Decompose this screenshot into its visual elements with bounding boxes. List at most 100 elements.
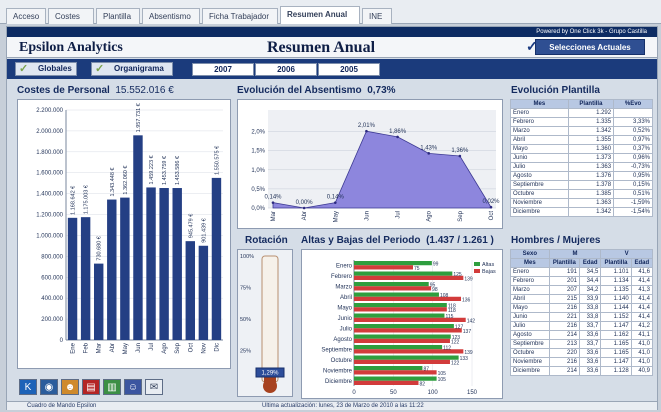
bar-dic: [211, 177, 222, 340]
y-tick-label: 0,5%: [251, 187, 265, 193]
table-row[interactable]: Marzo 1.342 0,52%: [510, 126, 653, 136]
table-row[interactable]: Noviembre 216 33,6 1.147 41,0: [510, 357, 654, 367]
category-label: Septiembre: [321, 347, 352, 353]
tab-absentismo[interactable]: Absentismo: [142, 8, 200, 24]
table-cell: 34,5: [578, 267, 602, 277]
table-cell: 214: [548, 330, 581, 340]
table-cell: 213: [548, 339, 581, 349]
k-icon[interactable]: K: [19, 379, 37, 395]
table-cell: 207: [548, 285, 581, 295]
table-row[interactable]: Mayo 216 33,8 1.144 41,4: [510, 303, 654, 313]
hombres-table: Sexo M V Mes Plantilla Edad Plantilla Edad Enero…: [510, 249, 654, 376]
table-row[interactable]: Febrero 201 34,4 1.134 41,4: [510, 276, 654, 286]
table-row[interactable]: Julio 216 33,7 1.147 41,2: [510, 321, 654, 331]
table-cell: 1.152: [600, 312, 632, 322]
absentismo-title-label: Evolución del Absentismo: [237, 85, 362, 96]
table-row[interactable]: Agosto 1.376 0,95%: [510, 171, 653, 181]
costes-panel: 0 200.000 400.000 600.000 800.000 1.000.000 1.…: [17, 99, 231, 369]
category-label: Mayo: [337, 305, 352, 311]
table-row[interactable]: Junio 221 33,8 1.152 41,4: [510, 312, 654, 322]
table-row[interactable]: Enero 191 34,5 1.101 41,6: [510, 267, 654, 277]
table-row[interactable]: Mayo 1.360 0,37%: [510, 144, 653, 154]
year-2005[interactable]: 2005: [318, 63, 380, 76]
y-tick-label: 0: [60, 338, 64, 344]
table-row[interactable]: Junio 1.373 0,96%: [510, 153, 653, 163]
bar-altas: [354, 282, 429, 287]
altas-bajas-title-label: Altas y Bajas del Periodo: [301, 235, 421, 246]
bar-altas: [354, 271, 453, 276]
people-icon[interactable]: ☻: [61, 379, 79, 395]
table-cell: 1.373: [567, 153, 615, 163]
costes-title: Costes de Personal 15.552.016 €: [17, 85, 174, 96]
tab-plantilla[interactable]: Plantilla: [96, 8, 140, 24]
table-cell: 0,37%: [613, 144, 653, 154]
data-point: [302, 206, 306, 210]
table-row[interactable]: Diciembre 214 33,6 1.128 40,9: [510, 366, 654, 376]
data-label: 1.175.003 €: [84, 185, 90, 214]
tab-costes[interactable]: Costes: [48, 8, 94, 24]
table-row[interactable]: Abril 215 33,9 1.140 41,4: [510, 294, 654, 304]
data-label: 1,86%: [389, 129, 407, 135]
table-cell: Mayo: [510, 144, 569, 154]
table-row[interactable]: Septiembre 1.378 0,15%: [510, 180, 653, 190]
column-header: Sexo: [510, 249, 550, 259]
chart-icon[interactable]: ▥: [103, 379, 121, 395]
table-cell: 201: [548, 276, 581, 286]
table-row[interactable]: Marzo 207 34,2 1.135 41,3: [510, 285, 654, 295]
rotacion-title: Rotación: [245, 235, 288, 246]
users-icon[interactable]: ☺: [124, 379, 142, 395]
selecciones-label: Selecciones Actuales: [549, 43, 631, 52]
bar-sep: [172, 188, 182, 340]
column-header: M: [548, 249, 602, 259]
table-cell: 1.376: [567, 171, 615, 181]
table-row[interactable]: Octubre 220 33,6 1.165 41,0: [510, 348, 654, 358]
category-label: Julio: [340, 326, 353, 332]
table-row[interactable]: Septiembre 213 33,7 1.165 41,0: [510, 339, 654, 349]
x-tick-label: Mar: [97, 343, 103, 353]
gauge-tick-label: 75%: [240, 286, 251, 292]
table-cell: Abril: [510, 294, 550, 304]
table-row[interactable]: Abril 1.355 0,97%: [510, 135, 653, 145]
page-title: Resumen Anual: [267, 39, 376, 56]
column-subheader: Mes: [510, 258, 550, 268]
tab-ine[interactable]: INE: [362, 8, 392, 24]
category-label: Marzo: [335, 284, 352, 290]
bar-altas: [354, 313, 445, 318]
table-cell: Junio: [510, 312, 550, 322]
x-tick-label: Mar: [271, 211, 277, 221]
year-2006[interactable]: 2006: [255, 63, 317, 76]
pdf-icon[interactable]: ▤: [82, 379, 100, 395]
organigrama-button[interactable]: ✓ Organigrama: [91, 62, 173, 76]
table-cell: Septiembre: [510, 180, 569, 190]
table-subheader-row: Mes Plantilla Edad Plantilla Edad: [510, 258, 654, 268]
tab-resumen-anual[interactable]: Resumen Anual: [280, 6, 360, 24]
tab-acceso[interactable]: Acceso: [6, 8, 46, 24]
column-header: Plantilla: [567, 99, 615, 109]
data-point: [333, 201, 337, 204]
table-cell: 1.140: [600, 294, 632, 304]
bar-abr: [107, 199, 117, 340]
table-cell: Agosto: [510, 171, 569, 181]
table-row[interactable]: Agosto 214 33,6 1.162 41,1: [510, 330, 654, 340]
category-label: Diciembre: [325, 379, 353, 385]
bar-bajas: [354, 338, 450, 343]
table-row[interactable]: Diciembre 1.342 -1,54%: [510, 207, 653, 217]
report-icon[interactable]: ✉: [145, 379, 163, 395]
globales-button[interactable]: ✓ Globales: [15, 62, 77, 76]
table-row[interactable]: Enero 1.292: [510, 108, 653, 118]
data-point: [271, 201, 275, 204]
year-2007[interactable]: 2007: [192, 63, 254, 76]
x-tick-label: Oct: [188, 343, 194, 353]
globe-icon[interactable]: ◉: [40, 379, 58, 395]
table-cell: Agosto: [510, 330, 550, 340]
table-row[interactable]: Noviembre 1.363 -1,59%: [510, 198, 653, 208]
data-label: 136: [462, 298, 471, 304]
tab-ficha-trabajador[interactable]: Ficha Trabajador: [202, 8, 278, 24]
selecciones-actuales-button[interactable]: ✓ Selecciones Actuales: [526, 38, 645, 55]
table-cell: 0,97%: [613, 135, 653, 145]
legend-altas: Altas: [482, 262, 494, 268]
table-row[interactable]: Octubre 1.385 0,51%: [510, 189, 653, 199]
table-header-row: Mes Plantilla %Evo: [510, 99, 653, 109]
table-row[interactable]: Julio 1.363 -0,73%: [510, 162, 653, 172]
table-row[interactable]: Febrero 1.335 3,33%: [510, 117, 653, 127]
